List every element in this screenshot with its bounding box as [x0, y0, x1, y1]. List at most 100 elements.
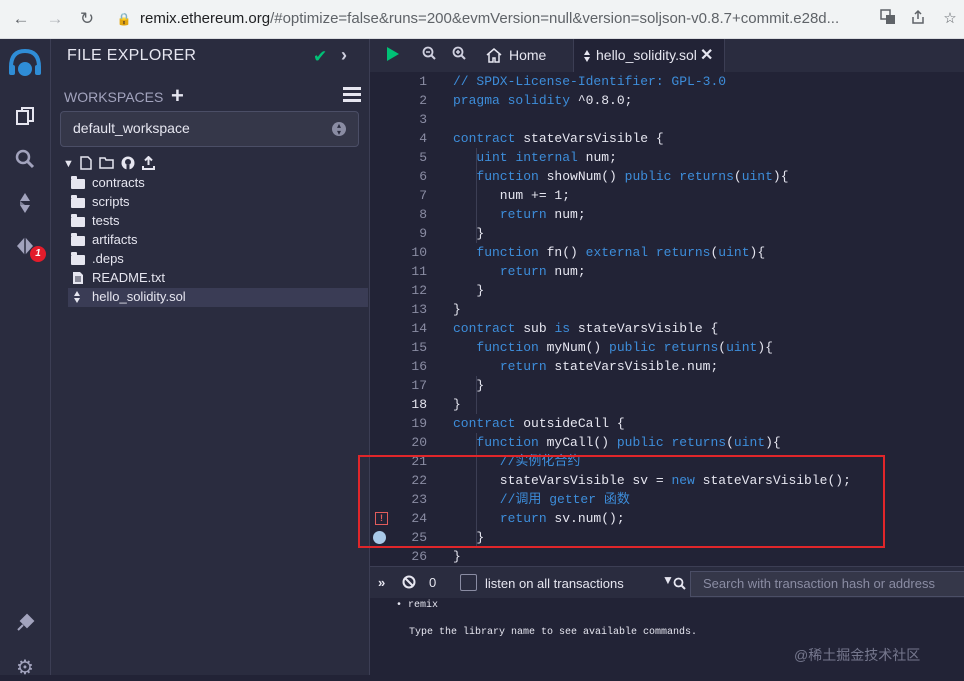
- search-icon[interactable]: [12, 148, 38, 174]
- tree-item-hello-solidity[interactable]: hello_solidity.sol: [68, 288, 368, 307]
- caret-down-icon[interactable]: ▼: [63, 156, 74, 172]
- line-number[interactable]: 4: [394, 129, 427, 148]
- url-path: /#optimize=false&runs=200&evmVersion=nul…: [270, 10, 840, 27]
- line-number[interactable]: 11: [394, 262, 427, 281]
- line-number[interactable]: 15: [394, 338, 427, 357]
- back-icon[interactable]: ←: [10, 8, 32, 30]
- terminal-line: • remix: [396, 600, 439, 611]
- workspace-select[interactable]: default_workspace ▴ ▾: [60, 111, 359, 147]
- new-file-icon[interactable]: [80, 156, 92, 174]
- line-number[interactable]: 19: [394, 414, 427, 433]
- tree-item-label: hello_solidity.sol: [92, 289, 186, 304]
- line-number[interactable]: 12: [394, 281, 427, 300]
- line-number[interactable]: 9: [394, 224, 427, 243]
- code-line[interactable]: 12 }: [370, 281, 964, 300]
- code-line[interactable]: 11 return num;: [370, 262, 964, 281]
- code-line[interactable]: 5 uint internal num;: [370, 148, 964, 167]
- line-number[interactable]: 3: [394, 110, 427, 129]
- terminal-toolbar: » 0 listen on all transactions ▼ Search …: [370, 566, 964, 599]
- line-number[interactable]: 1: [394, 72, 427, 91]
- code-line[interactable]: 9 }: [370, 224, 964, 243]
- code-line[interactable]: 8 return num;: [370, 205, 964, 224]
- tree-item-readme[interactable]: README.txt: [68, 269, 368, 288]
- code-line[interactable]: 15 function myNum() public returns(uint)…: [370, 338, 964, 357]
- folder-icon: [71, 214, 85, 227]
- line-number[interactable]: 7: [394, 186, 427, 205]
- share-icon[interactable]: [908, 9, 928, 29]
- code-line[interactable]: 10 function fn() external returns(uint){: [370, 243, 964, 262]
- plugin-manager-icon[interactable]: [12, 612, 38, 638]
- tree-item-scripts[interactable]: scripts: [68, 193, 368, 212]
- watermark: @稀土掘金技术社区: [794, 647, 921, 663]
- code-line[interactable]: 16 return stateVarsVisible.num;: [370, 357, 964, 376]
- line-number[interactable]: 5: [394, 148, 427, 167]
- code-line[interactable]: 4 contract stateVarsVisible {: [370, 129, 964, 148]
- clear-console-icon[interactable]: [402, 575, 416, 594]
- line-code: }: [453, 549, 461, 564]
- deploy-run-icon[interactable]: [12, 235, 38, 261]
- code-line[interactable]: 1 // SPDX-License-Identifier: GPL-3.0: [370, 72, 964, 91]
- breakpoint-gutter-icon[interactable]: [373, 531, 386, 544]
- remix-logo-icon[interactable]: [6, 47, 44, 81]
- bookmark-star-icon[interactable]: ☆: [940, 9, 960, 29]
- translate-icon[interactable]: [878, 9, 898, 29]
- line-number[interactable]: 8: [394, 205, 427, 224]
- line-number[interactable]: 2: [394, 91, 427, 110]
- tree-item-contracts[interactable]: contracts: [68, 174, 368, 193]
- address-bar[interactable]: remix.ethereum.org/#optimize=false&runs=…: [140, 10, 839, 27]
- code-line[interactable]: 26}: [370, 547, 964, 565]
- zoom-out-icon[interactable]: [422, 46, 436, 64]
- tree-item-label: artifacts: [92, 232, 138, 247]
- terminal-output: • remix Type the library name to see ava…: [370, 598, 964, 675]
- folder-icon: [71, 252, 85, 265]
- tree-item-deps[interactable]: .deps: [68, 250, 368, 269]
- code-line[interactable]: 18}: [370, 395, 964, 414]
- lock-icon[interactable]: 🔒: [113, 8, 135, 30]
- tab-hello-solidity[interactable]: hello_solidity.sol ✕: [573, 39, 725, 72]
- solidity-compiler-icon[interactable]: [12, 191, 38, 217]
- forward-icon[interactable]: →: [44, 8, 66, 30]
- listen-checkbox[interactable]: [460, 574, 477, 591]
- settings-gear-icon[interactable]: ⚙: [12, 655, 38, 681]
- chevron-right-icon[interactable]: ›: [341, 45, 347, 66]
- solidity-file-icon: [72, 290, 86, 304]
- warning-gutter-icon[interactable]: !: [375, 512, 388, 525]
- line-number[interactable]: 13: [394, 300, 427, 319]
- listen-label: listen on all transactions: [485, 576, 624, 591]
- code-line[interactable]: 13}: [370, 300, 964, 319]
- github-icon[interactable]: [121, 156, 135, 174]
- line-number[interactable]: 14: [394, 319, 427, 338]
- line-number[interactable]: 26: [394, 547, 427, 565]
- collapse-terminal-icon[interactable]: »: [378, 575, 385, 590]
- line-number[interactable]: 17: [394, 376, 427, 395]
- code-line[interactable]: 19 contract outsideCall {: [370, 414, 964, 433]
- run-play-icon[interactable]: [386, 46, 400, 66]
- code-line[interactable]: 3: [370, 110, 964, 129]
- workspace-menu-icon[interactable]: [343, 87, 361, 102]
- reload-icon[interactable]: ↻: [76, 8, 98, 30]
- code-line[interactable]: 6 function showNum() public returns(uint…: [370, 167, 964, 186]
- line-code: contract stateVarsVisible {: [453, 131, 664, 146]
- line-number[interactable]: 16: [394, 357, 427, 376]
- line-number[interactable]: 20: [394, 433, 427, 452]
- code-line[interactable]: 7 num += 1;: [370, 186, 964, 205]
- new-folder-icon[interactable]: [99, 156, 114, 173]
- code-line[interactable]: 14 contract sub is stateVarsVisible {: [370, 319, 964, 338]
- zoom-in-icon[interactable]: [452, 46, 466, 64]
- file-icon: [72, 271, 86, 285]
- tx-search-input[interactable]: Search with transaction hash or address: [673, 571, 964, 597]
- line-number[interactable]: 10: [394, 243, 427, 262]
- code-line[interactable]: 20 function myCall() public returns(uint…: [370, 433, 964, 452]
- code-line[interactable]: 2 pragma solidity ^0.8.0;: [370, 91, 964, 110]
- code-line[interactable]: 17 }: [370, 376, 964, 395]
- file-explorer-panel: FILE EXPLORER ✔ › WORKSPACES + default_w…: [51, 39, 370, 675]
- tree-item-tests[interactable]: tests: [68, 212, 368, 231]
- tree-item-artifacts[interactable]: artifacts: [68, 231, 368, 250]
- file-explorer-icon[interactable]: [12, 105, 38, 131]
- workspaces-label: WORKSPACES: [64, 89, 164, 105]
- add-workspace-icon[interactable]: +: [171, 83, 184, 109]
- close-tab-icon[interactable]: ✕: [700, 45, 713, 65]
- upload-icon[interactable]: [142, 155, 155, 174]
- line-number[interactable]: 6: [394, 167, 427, 186]
- line-number[interactable]: 18: [394, 395, 427, 414]
